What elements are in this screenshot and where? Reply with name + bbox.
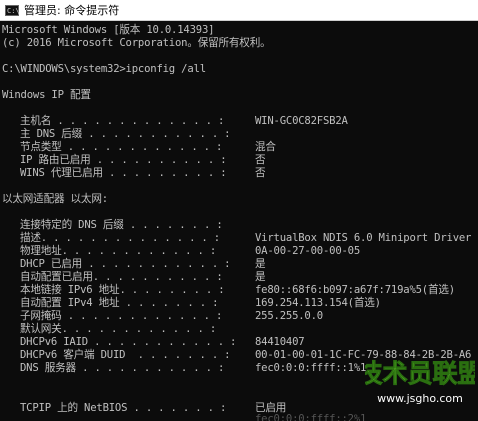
adapter-value: 169.254.113.154(首选) — [255, 297, 381, 309]
adapter-label: 连接特定的 DNS 后缀 — [20, 219, 124, 231]
ip_config-leader-dots: . . . . . . . . . . . : — [82, 128, 231, 140]
adapter-label: 默认网关 — [20, 323, 62, 335]
adapter-value: fe80::68f6:b097:a67f:719a%5(首选) — [255, 284, 455, 296]
ip_config-value: WIN-GC0C82FSB2A — [255, 115, 348, 127]
adapter-value: fec0:0:0:ffff::1%1 — [255, 362, 367, 374]
console-header-copyright: (c) 2016 Microsoft Corporation。保留所有权利。 — [2, 37, 271, 49]
adapter-leader-dots: . . . . . . . . . . . . : — [61, 310, 223, 322]
cmd-icon: C:\ — [5, 4, 20, 16]
section-title-ip-config: Windows IP 配置 — [2, 89, 91, 101]
netbios-dots: . . . . . . . : — [127, 402, 227, 414]
adapter-value: 00-01-00-01-1C-FC-79-88-84-2B-2B-A6 — [255, 349, 472, 361]
adapter-value: VirtualBox NDIS 6.0 Miniport Driver — [255, 232, 472, 244]
adapter-leader-dots: . . . . . . . . . . : — [92, 271, 223, 283]
adapter-label: DHCPv6 客户端 DUID — [20, 349, 126, 361]
ip_config-label: WINS 代理已启用 — [20, 167, 103, 179]
console-header-version: Microsoft Windows [版本 10.0.14393] — [2, 24, 215, 36]
adapter-label: 本地链接 IPv6 地址 — [20, 284, 120, 296]
adapter-label: DNS 服务器 — [20, 362, 76, 374]
netbios-label: TCPIP 上的 NetBIOS — [20, 402, 128, 414]
adapter-value: 0A-00-27-00-00-05 — [255, 245, 361, 257]
ip_config-label: IP 路由已启用 — [20, 154, 91, 166]
ip_config-value: 否 — [255, 154, 266, 166]
ip_config-label: 节点类型 — [20, 141, 62, 153]
ip_config-leader-dots: . . . . . . . . . . : — [90, 154, 227, 166]
adapter-value: 84410407 — [255, 336, 305, 348]
adapter-value: 是 — [255, 271, 266, 283]
adapter-leader-dots: . . . . . . . . . . . : — [82, 258, 231, 270]
adapter-label: 子网掩码 — [20, 310, 62, 322]
adapter-leader-dots: . . . . . . . : — [119, 297, 219, 309]
ip_config-value: 混合 — [255, 141, 276, 153]
adapter-leader-dots: . . . . . . . . : — [119, 284, 225, 296]
section-title-ethernet: 以太网适配器 以太网: — [2, 193, 108, 205]
adapter-leader-dots: . . . . . . . . . . . . . . : — [40, 232, 220, 244]
adapter-value: 255.255.0.0 — [255, 310, 323, 322]
adapter-label: 自动配置已启用 — [20, 271, 93, 283]
window-title: 管理员: 命令提示符 — [24, 4, 120, 17]
adapter-leader-dots: . . . . . . . . . . . . : — [61, 323, 217, 335]
adapter-leader-dots: . . . . . . . . . . . : — [87, 336, 237, 348]
ip_config-leader-dots: . . . . . . . . . : — [102, 167, 227, 179]
adapter-leader-dots: . . . . . . . : — [123, 219, 223, 231]
adapter-label: 物理地址 — [20, 245, 62, 257]
adapter-label: 自动配置 IPv4 地址 — [20, 297, 120, 309]
ip_config-leader-dots: . . . . . . . . . . . . : — [61, 141, 223, 153]
adapter-leader-dots: . . . . . . . : — [125, 349, 231, 361]
ip_config-leader-dots: . . . . . . . . . . . . . : — [51, 115, 225, 127]
command-prompt-line: C:\WINDOWS\system32>ipconfig /all — [2, 63, 206, 75]
adapter-leader-dots: . . . . . . . . . . . . : — [61, 245, 217, 257]
ip_config-label: 主 DNS 后缀 — [20, 128, 83, 140]
ip_config-label: 主机名 — [20, 115, 52, 127]
dns-server-secondary: fec0:0:0:ffff::2%1 — [255, 413, 367, 421]
adapter-label: DHCP 已启用 — [20, 258, 83, 270]
title-bar[interactable]: C:\ 管理员: 命令提示符 — [0, 0, 478, 21]
ip_config-value: 否 — [255, 167, 266, 179]
adapter-label: DHCPv6 IAID — [20, 336, 88, 348]
console-output[interactable]: Microsoft Windows [版本 10.0.14393] (c) 20… — [0, 21, 478, 421]
command-prompt-window[interactable]: C:\ 管理员: 命令提示符 Microsoft Windows [版本 10.… — [0, 0, 478, 421]
adapter-value: 是 — [255, 258, 266, 270]
adapter-leader-dots: . . . . . . . . . . . : — [75, 362, 225, 374]
adapter-label: 描述 — [20, 232, 41, 244]
